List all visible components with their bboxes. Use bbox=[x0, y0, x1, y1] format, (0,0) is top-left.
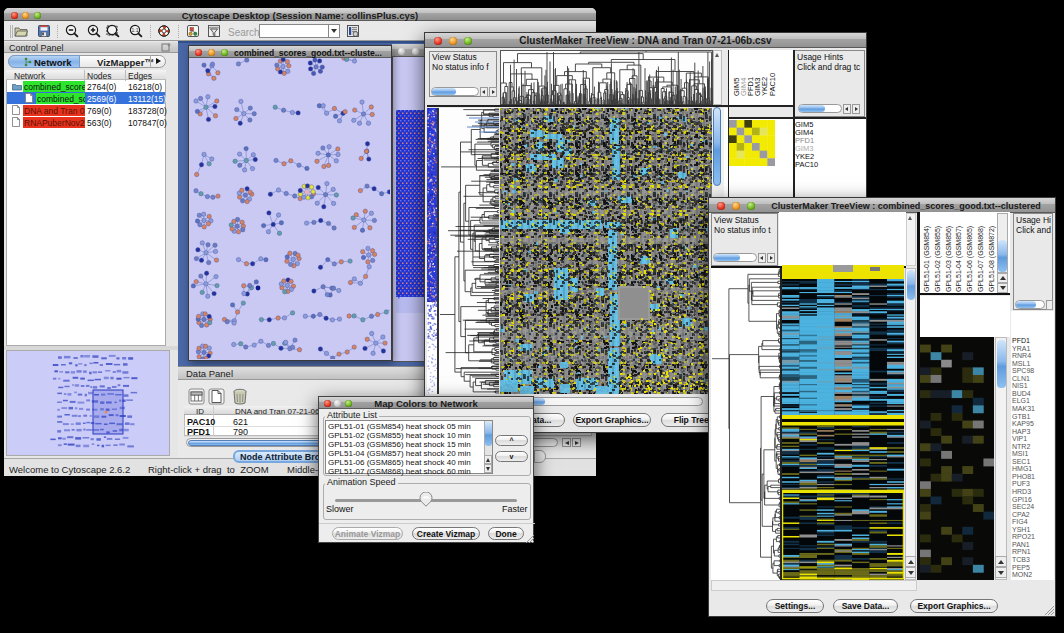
svg-text:1:1: 1:1 bbox=[132, 27, 139, 33]
